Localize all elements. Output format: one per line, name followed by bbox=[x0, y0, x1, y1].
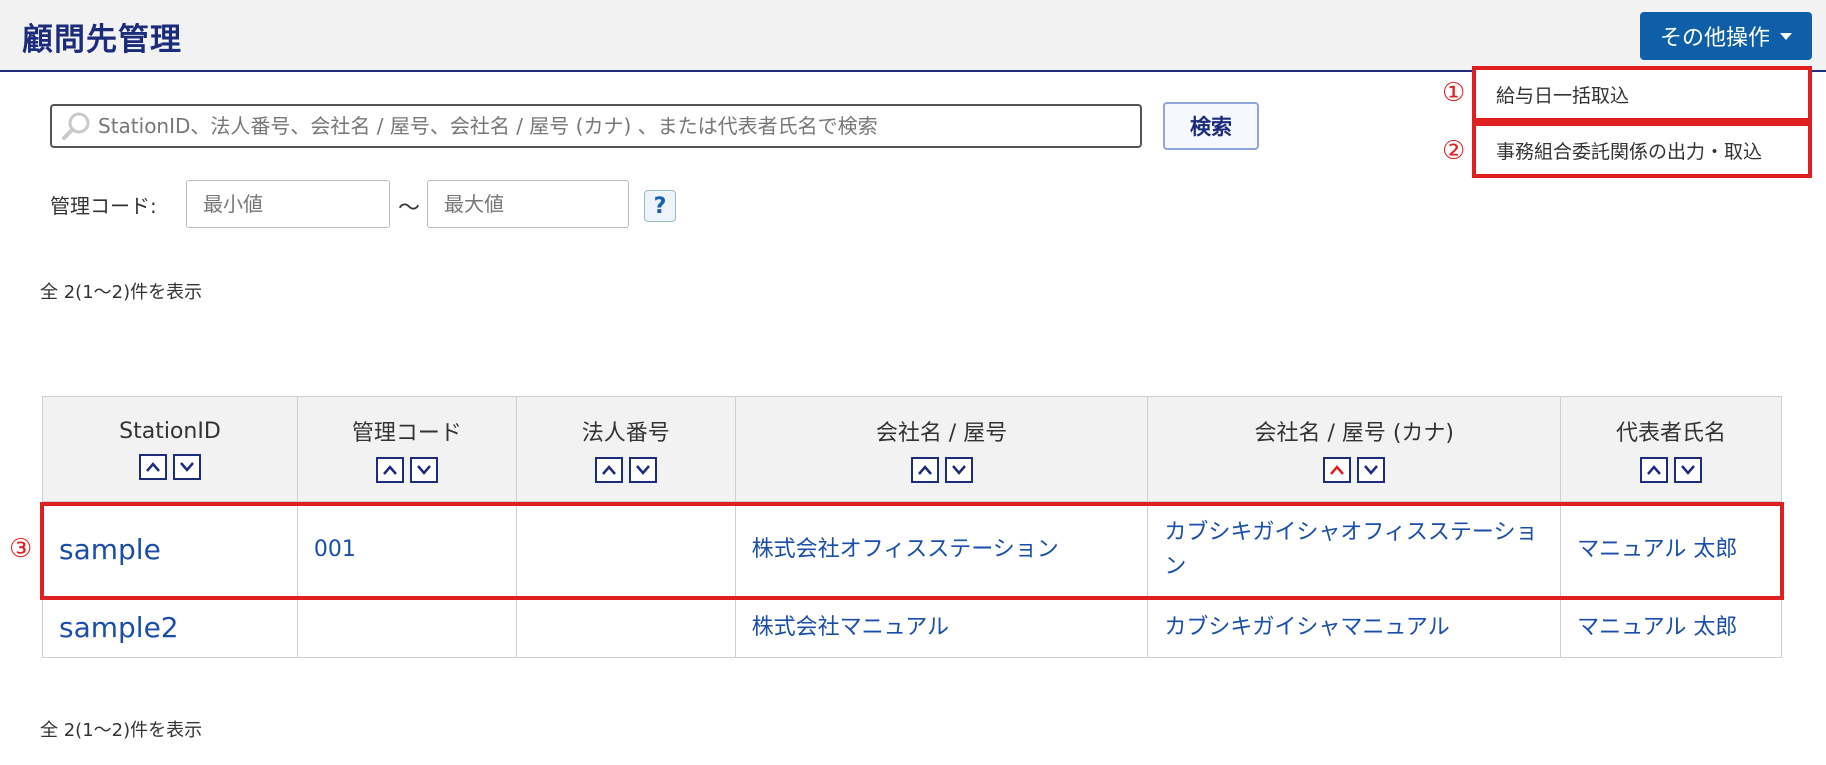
cell-company-kana[interactable]: カブシキガイシャマニュアル bbox=[1147, 597, 1562, 658]
cell-company-name[interactable]: 株式会社オフィスステーション bbox=[734, 501, 1149, 598]
other-operations-button[interactable]: その他操作 bbox=[1640, 12, 1812, 60]
sort-asc-button[interactable] bbox=[138, 453, 167, 480]
chevron-up-icon bbox=[146, 461, 160, 472]
cell-company-name[interactable]: 株式会社マニュアル bbox=[734, 597, 1149, 658]
result-count-top: 全 2(1～2)件を表示 bbox=[40, 282, 203, 303]
sort-desc-button[interactable] bbox=[1357, 457, 1386, 483]
sort-asc-button[interactable] bbox=[910, 457, 939, 483]
result-count-bottom: 全 2(1～2)件を表示 bbox=[40, 720, 203, 741]
chevron-down-icon bbox=[180, 461, 194, 472]
chevron-up-icon bbox=[917, 465, 932, 475]
other-operations-menu: 給与日一括取込 事務組合委託関係の出力・取込 bbox=[1472, 66, 1812, 184]
cell-representative[interactable]: マニュアル 太郎 bbox=[1560, 501, 1782, 598]
search-button[interactable]: 検索 bbox=[1163, 102, 1259, 150]
client-table: StationID 管理コード 法人番号 会社名 / 屋号 会社名 / 屋号 (… bbox=[42, 396, 1782, 658]
column-label: 代表者氏名 bbox=[1616, 421, 1727, 446]
sort-asc-button[interactable] bbox=[1640, 457, 1669, 483]
chevron-down-icon bbox=[1681, 465, 1695, 475]
cell-company-kana[interactable]: カブシキガイシャオフィスステーション bbox=[1147, 501, 1562, 598]
chevron-up-icon bbox=[601, 465, 616, 475]
cell-corporate-number[interactable] bbox=[515, 501, 736, 598]
table-row[interactable]: sample2 株式会社マニュアル カブシキガイシャマニュアル マニュアル 太郎 bbox=[42, 597, 1782, 658]
management-code-min-input[interactable] bbox=[186, 180, 390, 228]
cell-management-code[interactable] bbox=[296, 597, 517, 658]
menu-item-labor-union-io[interactable]: 事務組合委託関係の出力・取込 bbox=[1472, 122, 1812, 178]
page-title: 顧問先管理 bbox=[22, 22, 182, 58]
column-label: 管理コード bbox=[351, 421, 462, 446]
column-header-management-code: 管理コード bbox=[296, 396, 517, 502]
sort-desc-button[interactable] bbox=[1674, 457, 1703, 483]
cell-representative[interactable]: マニュアル 太郎 bbox=[1560, 597, 1782, 658]
sort-desc-button[interactable] bbox=[944, 457, 973, 483]
sort-desc-button[interactable] bbox=[628, 457, 657, 483]
column-header-company-name: 会社名 / 屋号 bbox=[734, 396, 1149, 502]
annotation-marker-1: ① bbox=[1442, 78, 1466, 108]
range-separator: ～ bbox=[398, 196, 421, 221]
chevron-up-icon bbox=[382, 465, 397, 475]
page-header bbox=[0, 0, 1826, 72]
table-header-row: StationID 管理コード 法人番号 会社名 / 屋号 会社名 / 屋号 (… bbox=[42, 396, 1782, 502]
cell-station-id[interactable]: sample2 bbox=[42, 597, 298, 658]
annotation-marker-2: ② bbox=[1442, 136, 1466, 166]
chevron-up-icon bbox=[1330, 465, 1345, 475]
cell-station-id[interactable]: sample bbox=[42, 501, 298, 598]
chevron-down-icon bbox=[1364, 465, 1379, 475]
search-box bbox=[50, 104, 1142, 148]
chevron-down-icon bbox=[635, 465, 650, 475]
table-row[interactable]: sample 001 株式会社オフィスステーション カブシキガイシャオフィスステ… bbox=[42, 501, 1782, 598]
column-header-corporate-number: 法人番号 bbox=[515, 396, 736, 502]
sort-desc-button[interactable] bbox=[172, 453, 201, 480]
search-icon bbox=[62, 112, 90, 140]
column-header-station-id: StationID bbox=[42, 396, 298, 502]
other-operations-label: その他操作 bbox=[1659, 26, 1770, 51]
help-icon[interactable]: ? bbox=[644, 190, 676, 222]
column-label: StationID bbox=[119, 418, 221, 444]
search-input[interactable] bbox=[94, 107, 1140, 145]
cell-corporate-number[interactable] bbox=[515, 597, 736, 658]
management-code-max-input[interactable] bbox=[427, 180, 629, 228]
column-label: 会社名 / 屋号 bbox=[875, 421, 1008, 446]
sort-asc-button[interactable] bbox=[594, 457, 623, 483]
column-header-company-kana: 会社名 / 屋号 (カナ) bbox=[1147, 396, 1562, 502]
sort-desc-button[interactable] bbox=[409, 457, 438, 483]
column-label: 法人番号 bbox=[581, 421, 670, 446]
chevron-up-icon bbox=[1647, 465, 1661, 475]
annotation-marker-3: ③ bbox=[9, 534, 33, 564]
sort-asc-button[interactable] bbox=[375, 457, 404, 483]
menu-item-payday-bulk-import[interactable]: 給与日一括取込 bbox=[1472, 66, 1812, 122]
chevron-down-icon bbox=[416, 465, 431, 475]
cell-management-code[interactable]: 001 bbox=[296, 501, 517, 598]
column-label: 会社名 / 屋号 (カナ) bbox=[1254, 421, 1455, 446]
chevron-down-icon bbox=[951, 465, 966, 475]
sort-asc-button-active[interactable] bbox=[1323, 457, 1352, 483]
caret-down-icon bbox=[1780, 32, 1792, 40]
management-code-label: 管理コード: bbox=[50, 194, 157, 218]
column-header-representative: 代表者氏名 bbox=[1560, 396, 1782, 502]
